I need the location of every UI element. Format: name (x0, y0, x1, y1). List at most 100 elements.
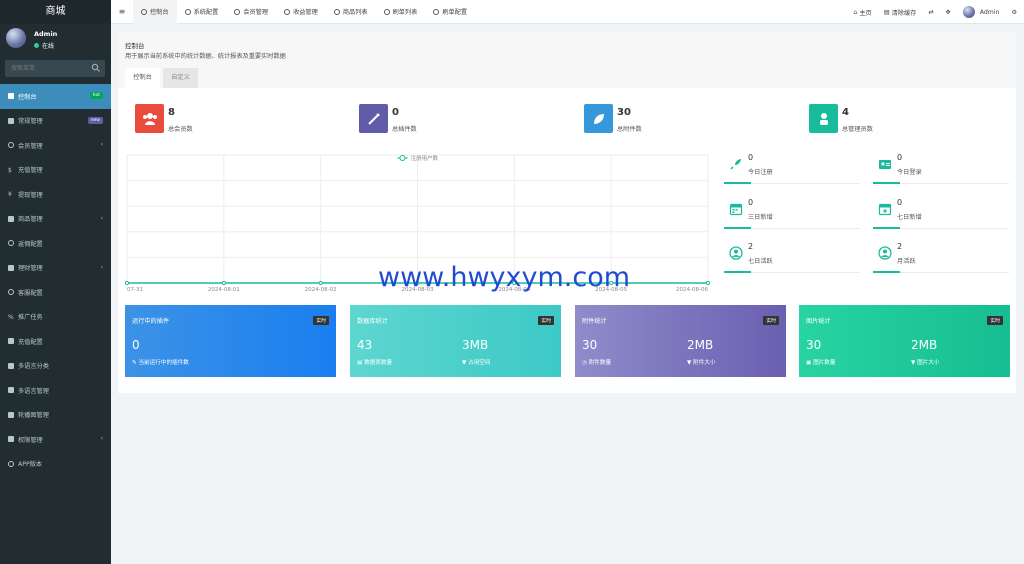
card-value: 30 (806, 338, 822, 352)
card-value: 3MB (462, 338, 489, 352)
sidebar-item-dashboard[interactable]: 控制台 hot (0, 84, 111, 109)
tab-system-config[interactable]: 系统配置 (177, 0, 227, 24)
user-panel: Admin 在线 (0, 24, 111, 56)
card-label-text: 图片数量 (813, 360, 836, 366)
sidebar-item-service[interactable]: 客服配置 (0, 280, 111, 305)
sidebar-item-finance[interactable]: 理财管理 ‹ (0, 256, 111, 281)
mini-stat-underline (873, 271, 1009, 273)
card-value: 2MB (687, 338, 714, 352)
new-badge: new (87, 116, 103, 124)
sidebar-item-withdraw[interactable]: ¥ 提现管理 (0, 182, 111, 207)
mini-stat-value: 0 (748, 198, 754, 207)
chart-point (221, 280, 226, 286)
tab-order-config[interactable]: 刷单配置 (425, 0, 475, 24)
tab-orders[interactable]: 刷单列表 (376, 0, 426, 24)
mini-stat-underline (724, 271, 860, 273)
mini-stat-value: 0 (897, 153, 903, 162)
tab-members[interactable]: 会员管理 (226, 0, 276, 24)
card-label: ◷ 附件数量 (582, 358, 611, 366)
search-input[interactable] (5, 60, 89, 77)
card-label-text: 占用空间 (468, 360, 491, 366)
sidebar-item-recharge-config[interactable]: 充值配置 (0, 329, 111, 354)
leaf-icon (593, 113, 604, 124)
card-attachments: 附件统计 实时 30 ◷ 附件数量 2MB ▼ 附件大小 (575, 305, 786, 377)
tab-income[interactable]: 收益管理 (276, 0, 326, 24)
sidebar-item-lang-category[interactable]: 多语言分类 (0, 354, 111, 379)
headset-icon (8, 289, 14, 296)
sidebar-item-promo[interactable]: % 推广任务 (0, 305, 111, 330)
sidebar-item-general[interactable]: 常规管理 new (0, 109, 111, 134)
sidebar-item-label: 推广任务 (18, 314, 43, 322)
mini-stat-month-active: 2 月活跃 (873, 242, 1009, 274)
sidebar-item-app[interactable]: APP版本 (0, 452, 111, 477)
search-icon[interactable] (91, 63, 101, 73)
mini-stat-label: 三日新增 (748, 214, 773, 221)
home-link[interactable]: ⌂ 主页 (853, 8, 871, 17)
home-icon: ⌂ (853, 8, 858, 16)
sidebar-item-banner[interactable]: 轮播图管理 (0, 403, 111, 428)
sidebar-item-label: 常规管理 (18, 118, 43, 126)
user-icon (819, 112, 828, 125)
gear-icon (184, 8, 191, 15)
circle-icon (383, 8, 390, 15)
card-title: 数据库统计 (357, 318, 388, 325)
chart-point (125, 280, 130, 286)
menu-toggle-icon[interactable]: ≡ (111, 7, 133, 16)
subtab-dashboard[interactable]: 控制台 (125, 68, 160, 88)
sidebar-item-label: 理财管理 (18, 265, 43, 273)
chart-legend-marker (399, 155, 406, 161)
tab-dashboard[interactable]: 控制台 (133, 0, 177, 24)
settings-button[interactable]: ⚙ (1011, 9, 1017, 16)
stat-label: 总管理员数 (842, 126, 873, 133)
user-icon (234, 8, 241, 15)
sidebar-item-commission[interactable]: 返佣配置 (0, 231, 111, 256)
mini-stat-label: 月活跃 (897, 258, 916, 265)
card-database: 数据库统计 实时 43 ▤ 数据表数量 3MB ▼ 占用空间 (350, 305, 561, 377)
clock-icon: ◷ (582, 360, 589, 366)
tab-products[interactable]: 商品列表 (326, 0, 376, 24)
sidebar-item-lang[interactable]: 多语言管理 (0, 378, 111, 403)
circle-icon (8, 460, 14, 467)
mini-stat-value: 0 (897, 198, 903, 207)
mini-stat-accent (724, 227, 751, 229)
watermark: www.hwyxym.com (378, 262, 631, 293)
fullscreen-button[interactable]: ✥ (946, 9, 951, 16)
user-menu[interactable]: Admin (962, 6, 999, 18)
hot-badge: hot (89, 92, 103, 99)
tab-label: 商品列表 (342, 9, 368, 16)
calendar-plus-icon (878, 203, 892, 216)
top-navbar: ≡ 控制台 系统配置 会员管理 收益管理 商品列表 刷单列表 刷单配置 ⌂ 主页 … (111, 0, 1024, 24)
card-value: 30 (582, 338, 598, 352)
sidebar-item-products[interactable]: 商品管理 ‹ (0, 207, 111, 232)
sidebar-item-members[interactable]: 会员管理 ‹ (0, 133, 111, 158)
app-logo[interactable]: 商城 (0, 0, 111, 24)
yen-icon: ¥ (8, 191, 12, 199)
card-label-text: 附件大小 (693, 360, 716, 366)
sidebar-item-label: 商品管理 (18, 216, 43, 224)
chart-point (705, 280, 710, 286)
list-icon (8, 264, 14, 271)
mini-stat-today-login: 0 今日登录 (873, 153, 1009, 185)
sidebar-item-label: 轮播图管理 (18, 412, 49, 420)
chevron-left-icon: ‹ (100, 141, 103, 148)
stat-label: 总会员数 (168, 126, 193, 133)
mini-stat-today-register: 0 今日注册 (724, 153, 860, 185)
language-button[interactable]: ⇄ (928, 9, 933, 16)
subtab-custom[interactable]: 自定义 (163, 68, 198, 88)
clear-cache-label: 清除缓存 (891, 9, 917, 17)
mini-stat-underline (724, 182, 860, 184)
home-label: 主页 (859, 9, 872, 17)
card-label-text: 图片大小 (917, 360, 940, 366)
clear-cache-button[interactable]: ▤ 清除缓存 (884, 8, 917, 17)
sidebar-item-label: 充值管理 (18, 167, 43, 175)
card-label: ▼ 附件大小 (687, 358, 715, 366)
sidebar-item-auth[interactable]: 权限管理 ‹ (0, 427, 111, 452)
stat-value: 8 (168, 107, 175, 118)
user-circle-icon (729, 246, 743, 260)
card-images: 图片统计 实时 30 ▣ 图片数量 2MB ▼ 图片大小 (799, 305, 1010, 377)
chevron-left-icon: ‹ (100, 263, 103, 271)
sidebar-item-label: 控制台 (18, 93, 37, 101)
dashboard-panel: 8 总会员数 0 总插件数 30 总附件数 4 总管理员数 07-31 2024-… (118, 88, 1016, 393)
realtime-badge: 实时 (763, 316, 779, 325)
sidebar-item-recharge[interactable]: $ 充值管理 (0, 158, 111, 183)
